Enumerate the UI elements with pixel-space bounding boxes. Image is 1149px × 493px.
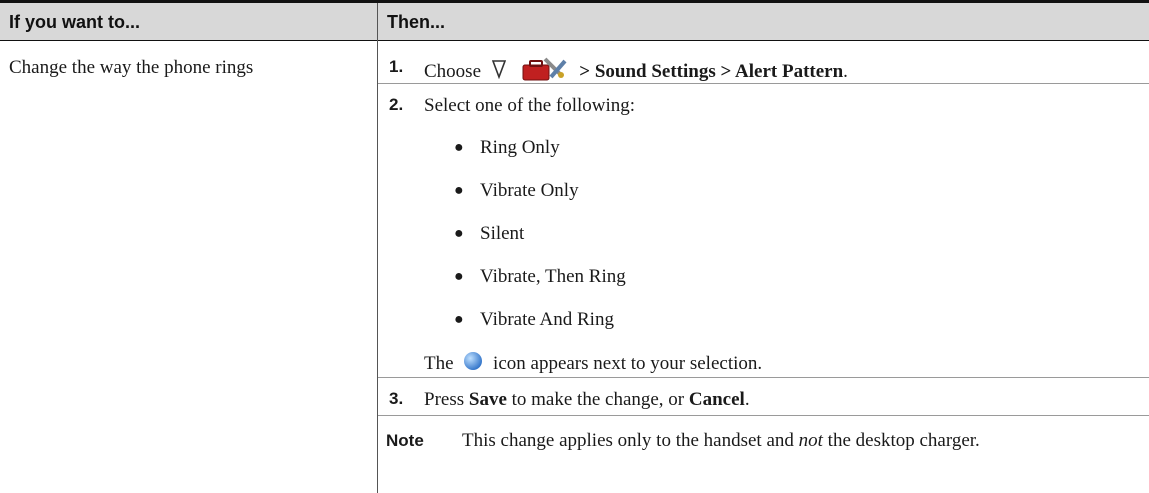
step-1-suffix: . [843, 60, 848, 82]
option-ring-only: Ring Only [480, 137, 560, 158]
step-number-1: 1. [389, 57, 404, 76]
step-2-text: Select one of the following: [424, 95, 636, 116]
task-description: Change the way the phone rings [9, 57, 254, 78]
note-post: the desktop charger. [827, 430, 980, 451]
step-3-save: Save [468, 389, 507, 410]
row-divider [378, 415, 1149, 416]
step-number-2: 2. [389, 95, 404, 114]
step-3-text: Press Save to make the change, or Cancel… [424, 387, 750, 412]
option-vibrate-then-ring: Vibrate, Then Ring [480, 266, 626, 287]
settings-toolbox-icon [521, 55, 569, 90]
row-divider [378, 377, 1149, 378]
header-then: Then... [387, 12, 445, 32]
step-3-cancel: Cancel [688, 389, 745, 410]
step-3-mid: to make the change, or [511, 389, 685, 410]
bullet-icon: ● [454, 311, 464, 328]
bullet-icon: ● [454, 225, 464, 242]
navigation-down-icon [491, 59, 506, 86]
bullet-icon: ● [454, 139, 464, 156]
note-pre: This change applies only to the handset … [462, 430, 794, 451]
instruction-table: If you want to... Then... Change the way… [0, 0, 1149, 493]
row-divider [378, 83, 1149, 84]
step-1-prefix: Choose [424, 60, 481, 82]
column-divider [377, 3, 378, 493]
option-vibrate-only: Vibrate Only [480, 180, 579, 201]
step-1-menu-path: > Sound Settings > Alert Pattern [579, 60, 844, 82]
icon-sentence: The icon appears next to your selection. [424, 350, 762, 379]
header-if-you-want: If you want to... [9, 12, 140, 32]
bullet-icon: ● [454, 268, 464, 285]
step-1-text: Choose > Sound Settings > Alert Pattern. [424, 55, 848, 90]
table-header: If you want to... Then... [0, 0, 1149, 40]
bullet-icon: ● [454, 182, 464, 199]
option-vibrate-and-ring: Vibrate And Ring [480, 309, 614, 330]
note-label: Note [386, 431, 424, 450]
option-silent: Silent [480, 223, 525, 244]
icon-sentence-pre: The [424, 352, 454, 374]
selected-option-icon [462, 350, 484, 379]
step-3-post: . [744, 389, 750, 410]
step-number-3: 3. [389, 389, 404, 408]
icon-sentence-post: icon appears next to your selection. [493, 352, 763, 374]
note-text: This change applies only to the handset … [462, 428, 1062, 453]
note-emphasis: not [798, 430, 823, 451]
header-rule [0, 40, 1149, 41]
step-3-pre: Press [424, 389, 465, 410]
